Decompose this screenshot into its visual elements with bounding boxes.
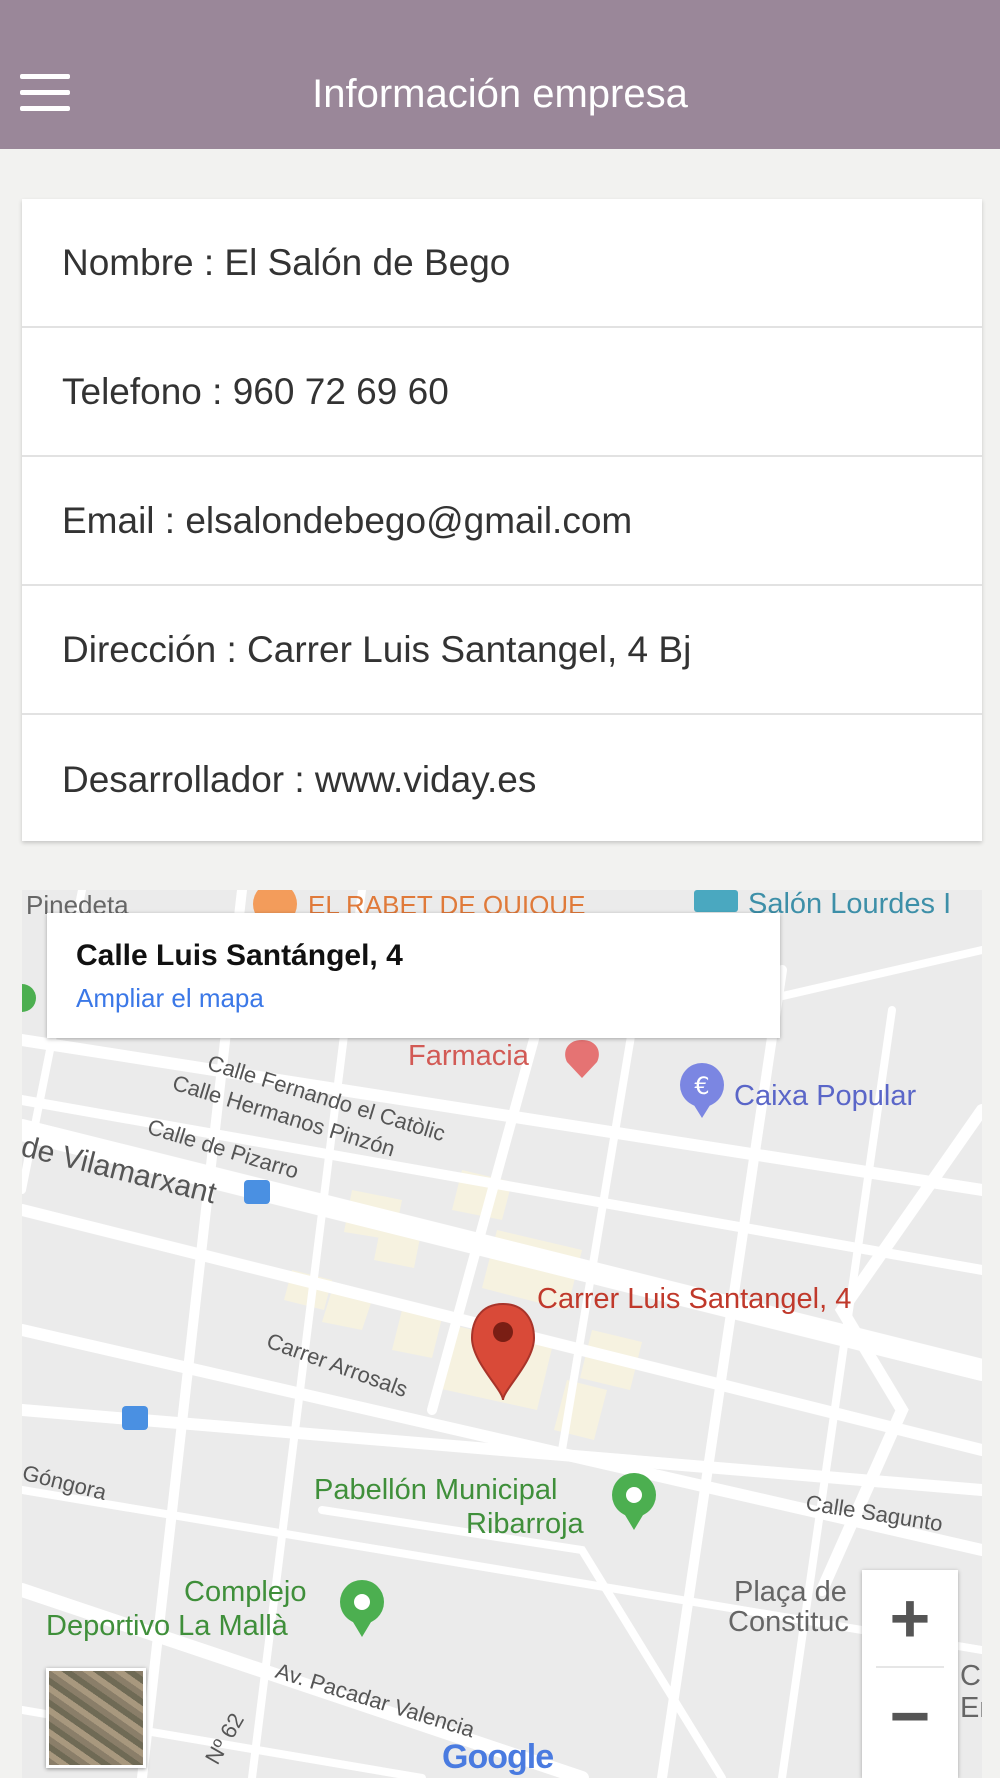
company-address-row: Dirección : Carrer Luis Santangel, 4 Bj [22, 586, 982, 715]
enlarge-map-link[interactable]: Ampliar el mapa [76, 983, 780, 1014]
map-label-plaza-2: Constituc [728, 1606, 849, 1638]
svg-text:€: € [694, 1072, 709, 1100]
app-bar: Información empresa [0, 0, 1000, 149]
map-label-pavilion: Pabellón Municipal [314, 1474, 558, 1506]
map-label-bank: Caixa Popular [734, 1080, 917, 1112]
map-label-right-edge-2: En [960, 1692, 982, 1724]
zoom-out-button[interactable]: − [862, 1668, 958, 1764]
zoom-in-button[interactable]: + [862, 1570, 958, 1666]
place-info-card: Calle Luis Santángel, 4 Ampliar el mapa [47, 913, 780, 1038]
company-email-row[interactable]: Email : elsalondebego@gmail.com [22, 457, 982, 586]
company-info-card: Nombre : El Salón de Bego Telefono : 960… [22, 199, 982, 841]
company-developer-row[interactable]: Desarrollador : www.viday.es [22, 715, 982, 844]
map-label-pavilion-2: Ribarroja [466, 1508, 584, 1540]
map-label-complex: Complejo [184, 1576, 307, 1608]
google-logo-text: Google [442, 1738, 554, 1776]
google-logo: Google [442, 1738, 554, 1777]
map-label-pharmacy: Farmacia [408, 1040, 529, 1072]
map-label-complex-2: Deportivo La Mallà [46, 1610, 288, 1642]
company-name-row: Nombre : El Salón de Bego [22, 199, 982, 328]
map-label-plaza: Plaça de [734, 1576, 847, 1608]
satellite-view-toggle[interactable] [46, 1668, 146, 1768]
place-title: Calle Luis Santángel, 4 [76, 939, 403, 972]
page-title: Información empresa [312, 72, 688, 116]
map-view[interactable]: € Pinedeta EL RABET DE QUIQUE Salón Lour… [22, 890, 982, 1778]
map-label-right-edge: Cc [960, 1660, 982, 1692]
map-label-marker-address: Carrer Luis Santangel, 4 [537, 1283, 852, 1315]
company-phone-row[interactable]: Telefono : 960 72 69 60 [22, 328, 982, 457]
zoom-controls: + − [862, 1570, 958, 1778]
